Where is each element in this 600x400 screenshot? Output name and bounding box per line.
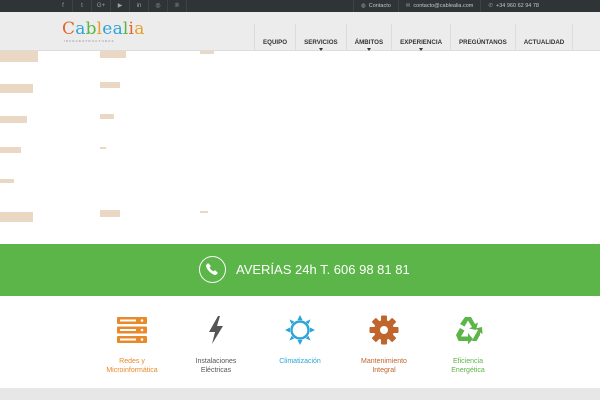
emergency-banner-text: AVERÍAS 24h T. 606 98 81 81 bbox=[236, 262, 410, 277]
phone-link[interactable]: ✆ +34 960 62 94 78 bbox=[480, 0, 546, 12]
nav-item-label: ACTUALIDAD bbox=[523, 39, 565, 46]
recycle-icon bbox=[452, 314, 484, 346]
nav-item-label: ÁMBITOS bbox=[354, 39, 384, 46]
service-label-line2: Integral bbox=[372, 366, 396, 374]
logo-letter: a bbox=[112, 19, 123, 39]
facebook-icon[interactable]: f bbox=[54, 0, 73, 12]
service-label-line2: Energética bbox=[451, 366, 485, 374]
logo-wordmark: Cablealia bbox=[62, 20, 145, 38]
hero-image-fragment bbox=[0, 116, 27, 123]
phone-circle-icon[interactable] bbox=[199, 256, 226, 283]
social-links: f t G+ ▶ in ◎ ℗ bbox=[54, 0, 187, 12]
hero-image-fragment bbox=[100, 51, 126, 58]
service-label-line1: Mantenimiento bbox=[361, 358, 407, 365]
service-redes[interactable]: Redes y Microinformática bbox=[87, 314, 177, 375]
footer-strip bbox=[0, 388, 600, 400]
google-plus-icon[interactable]: G+ bbox=[92, 0, 111, 12]
logo-letter: a bbox=[75, 19, 86, 39]
phone-icon: ✆ bbox=[488, 3, 494, 9]
gear-icon bbox=[368, 314, 400, 346]
hero-image-fragment bbox=[0, 179, 14, 183]
hero-image-fragment bbox=[100, 210, 120, 217]
hero-image-fragment bbox=[100, 82, 120, 88]
hero-image-fragment bbox=[200, 51, 214, 54]
service-mantenimiento[interactable]: Mantenimiento Integral bbox=[339, 314, 429, 375]
twitter-icon[interactable]: t bbox=[73, 0, 92, 12]
service-label-line1: Eficiencia bbox=[453, 358, 483, 365]
hero-image-fragment bbox=[0, 147, 21, 153]
hero-image-fragment bbox=[0, 84, 33, 93]
globe-icon: ◍ bbox=[360, 3, 366, 9]
site-header: Cablealia INFRAESTRUCTURAS EQUIPO SERVICI… bbox=[0, 12, 600, 62]
server-icon bbox=[116, 314, 148, 346]
phone-text: +34 960 62 94 78 bbox=[496, 3, 539, 9]
sun-icon bbox=[284, 314, 316, 346]
hero-image-fragment bbox=[100, 147, 106, 149]
hero-image-fragment bbox=[0, 51, 38, 62]
hero-image-fragment bbox=[0, 212, 33, 222]
logo-letter: C bbox=[62, 19, 76, 39]
email-text: contacto@cablealia.com bbox=[413, 3, 474, 9]
hero-image-fragment bbox=[200, 211, 208, 213]
service-label-line1: Redes y bbox=[119, 358, 145, 365]
logo-letter: e bbox=[102, 19, 113, 39]
logo-tagline: INFRAESTRUCTURAS bbox=[64, 39, 115, 43]
hero-image-fragment bbox=[100, 114, 114, 119]
logo[interactable]: Cablealia INFRAESTRUCTURAS bbox=[62, 20, 145, 43]
service-eficiencia[interactable]: Eficiencia Energética bbox=[423, 314, 513, 375]
youtube-icon[interactable]: ▶ bbox=[111, 0, 130, 12]
logo-letter: b bbox=[85, 19, 97, 39]
contact-label: Contacto bbox=[368, 3, 391, 9]
logo-letter: a bbox=[134, 19, 145, 39]
service-label-line2: Eléctricas bbox=[200, 366, 232, 374]
nav-item-label: SERVICIOS bbox=[304, 39, 338, 46]
linkedin-icon[interactable]: in bbox=[130, 0, 149, 12]
top-bar: f t G+ ▶ in ◎ ℗ ◍ Contacto ✉ contacto@cabl… bbox=[0, 0, 600, 12]
pinterest-icon[interactable]: ℗ bbox=[168, 0, 187, 12]
service-climatizacion[interactable]: Climatización bbox=[255, 314, 345, 367]
nav-item-label: PREGÚNTANOS bbox=[459, 39, 507, 46]
contact-info: ◍ Contacto ✉ contacto@cablealia.com ✆ +34 9… bbox=[352, 0, 546, 12]
email-link[interactable]: ✉ contacto@cablealia.com bbox=[397, 0, 481, 12]
nav-item-label: EXPERIENCIA bbox=[400, 39, 443, 46]
service-instalaciones[interactable]: Instalaciones Eléctricas bbox=[171, 314, 261, 375]
instagram-icon[interactable]: ◎ bbox=[149, 0, 168, 12]
lightning-icon bbox=[200, 314, 232, 346]
hero-slider bbox=[0, 51, 600, 244]
service-label-line1: Instalaciones bbox=[195, 358, 237, 365]
service-label-line1: Climatización bbox=[279, 358, 321, 365]
service-label-line2: Microinformática bbox=[106, 366, 158, 374]
nav-item-label: EQUIPO bbox=[263, 39, 288, 46]
contact-link[interactable]: ◍ Contacto bbox=[352, 0, 398, 12]
envelope-icon: ✉ bbox=[405, 3, 411, 9]
